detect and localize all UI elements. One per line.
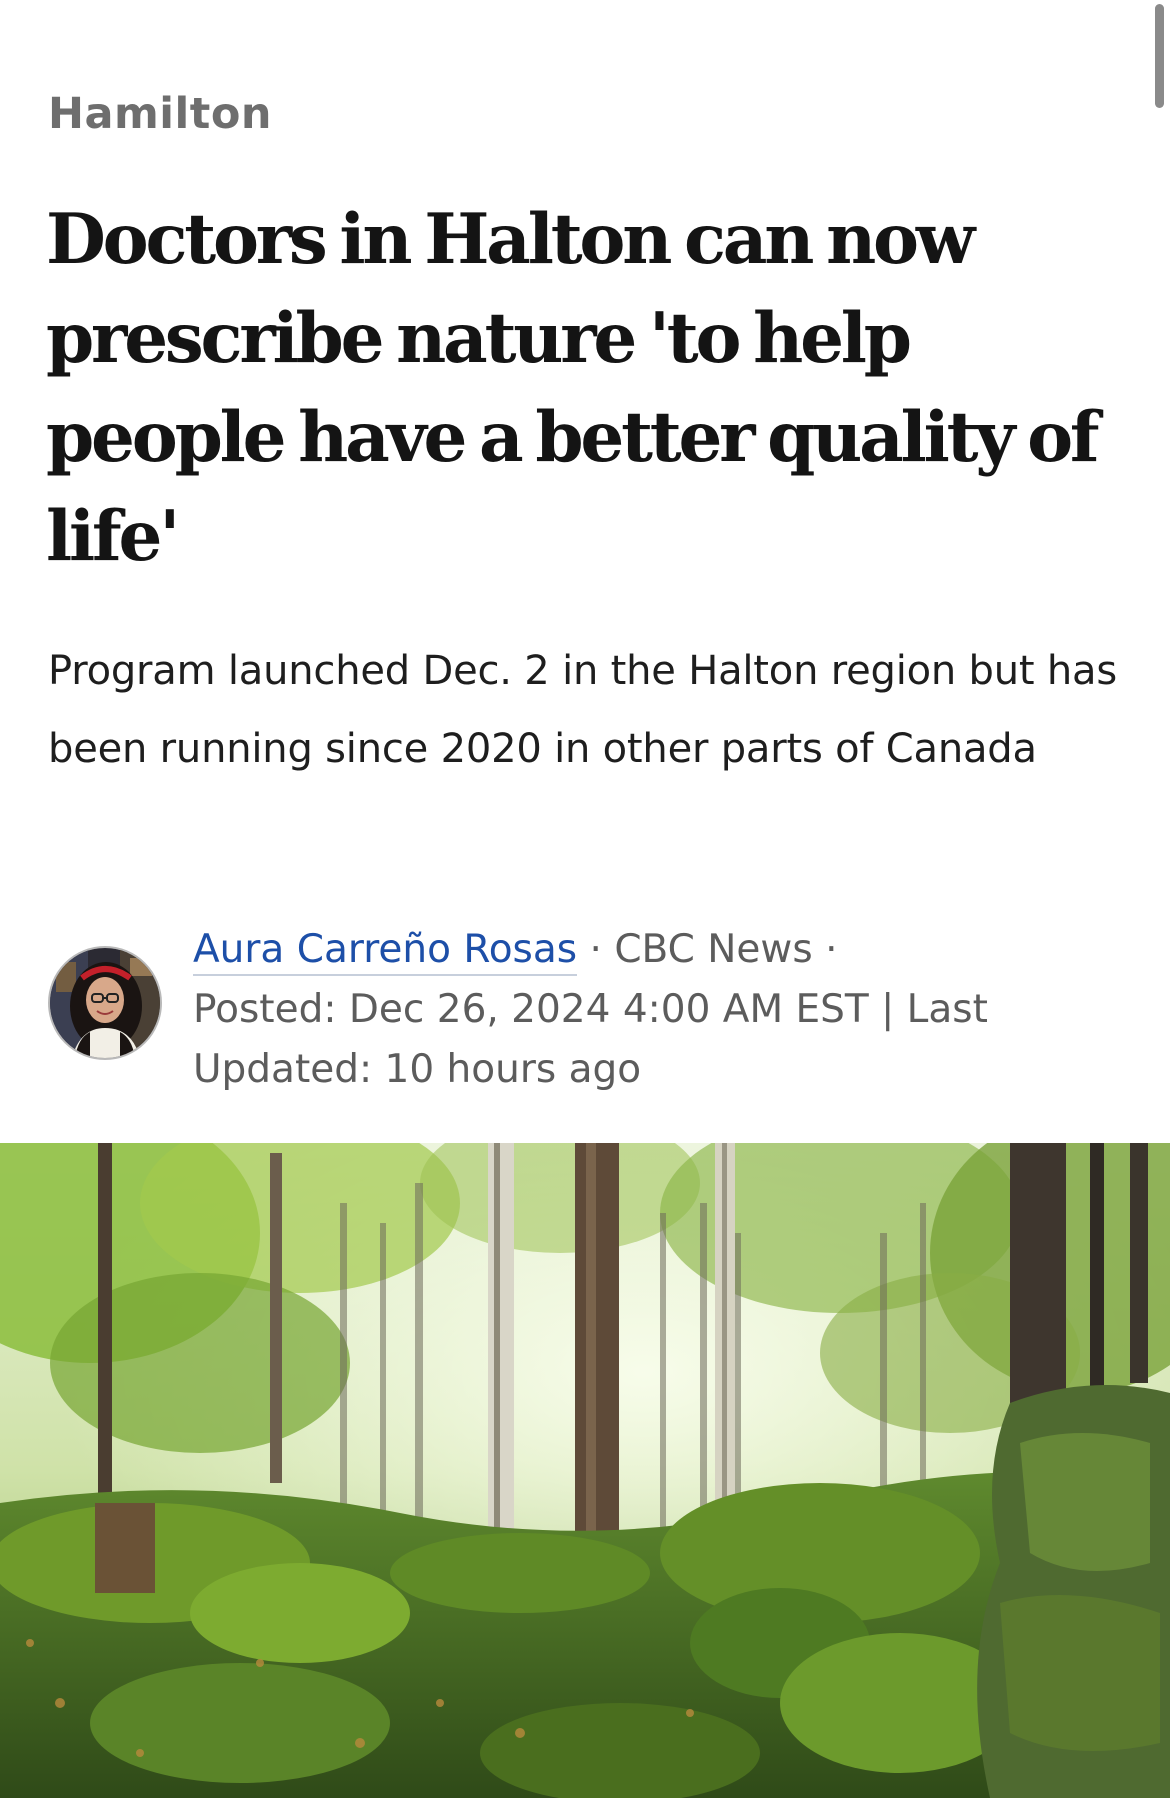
byline: Aura Carreño Rosas · CBC News · Posted: … (48, 920, 1128, 1092)
author-avatar-image (50, 948, 160, 1058)
article-deck: Program launched Dec. 2 in the Halton re… (48, 648, 1117, 772)
posted-timestamp: Posted: Dec 26, 2024 4:00 AM EST | Last … (193, 987, 988, 1092)
byline-separator: · (589, 927, 602, 972)
byline-separator-2: · (825, 927, 838, 972)
forest-photo-icon (0, 1143, 1170, 1798)
article-headline: Doctors in Halton can now prescribe natu… (46, 199, 1100, 577)
byline-meta: Aura Carreño Rosas · CBC News · Posted: … (193, 920, 1093, 1100)
author-avatar[interactable] (48, 946, 162, 1060)
author-link[interactable]: Aura Carreño Rosas (193, 927, 578, 976)
page-scrollbar[interactable] (1155, 4, 1164, 108)
outlet-name: CBC News (614, 927, 813, 972)
section-label[interactable]: Hamilton (48, 84, 272, 144)
hero-image[interactable] (0, 1143, 1170, 1798)
